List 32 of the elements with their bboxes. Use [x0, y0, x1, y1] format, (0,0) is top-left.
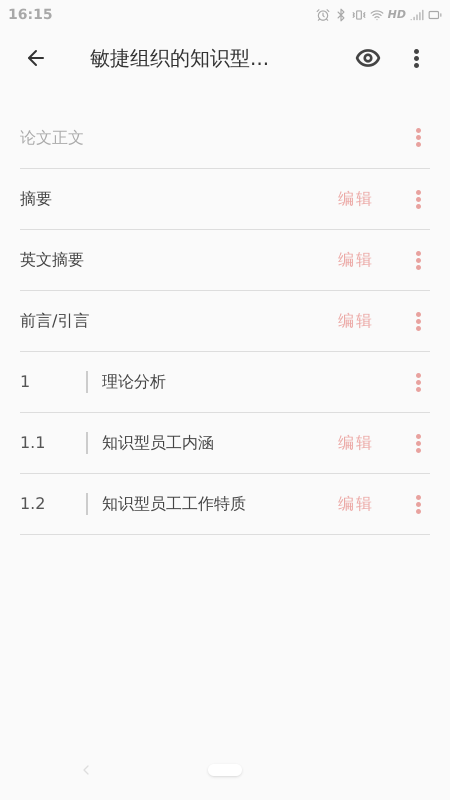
- more-icon: [416, 372, 420, 392]
- edit-button[interactable]: 编辑: [338, 248, 374, 272]
- edit-button[interactable]: 编辑: [338, 187, 374, 211]
- alarm-icon: [316, 8, 330, 22]
- more-icon: [414, 48, 418, 68]
- chapter-number: 1.1: [20, 432, 46, 454]
- vibrate-icon: [352, 8, 366, 22]
- more-icon: [416, 190, 420, 208]
- wifi-icon: [370, 8, 384, 22]
- more-icon: [416, 312, 420, 330]
- more-icon: [416, 494, 420, 514]
- status-time: 16:15: [8, 6, 53, 24]
- section-title: 论文正文: [20, 128, 84, 146]
- page-title: 敏捷组织的知识型...: [90, 45, 270, 72]
- item-title: 前言/引言: [20, 311, 90, 330]
- signal-icon: [410, 8, 424, 22]
- chapter-title: 知识型员工工作特质: [102, 493, 246, 515]
- edit-button[interactable]: 编辑: [338, 492, 374, 516]
- edit-button[interactable]: 编辑: [338, 431, 374, 455]
- more-icon: [416, 250, 420, 270]
- more-icon: [416, 128, 420, 147]
- battery-icon: [428, 8, 442, 22]
- home-pill[interactable]: [208, 764, 242, 776]
- network-type: HD: [388, 6, 406, 23]
- item-title: 摘要: [20, 189, 52, 208]
- chapter-title: 理论分析: [102, 371, 166, 393]
- more-icon: [416, 434, 420, 452]
- chapter-number: 1: [20, 371, 32, 393]
- chapter-number: 1.2: [20, 493, 46, 515]
- chapter-title: 知识型员工内涵: [102, 432, 214, 454]
- edit-button[interactable]: 编辑: [338, 309, 374, 333]
- item-title: 英文摘要: [20, 250, 84, 269]
